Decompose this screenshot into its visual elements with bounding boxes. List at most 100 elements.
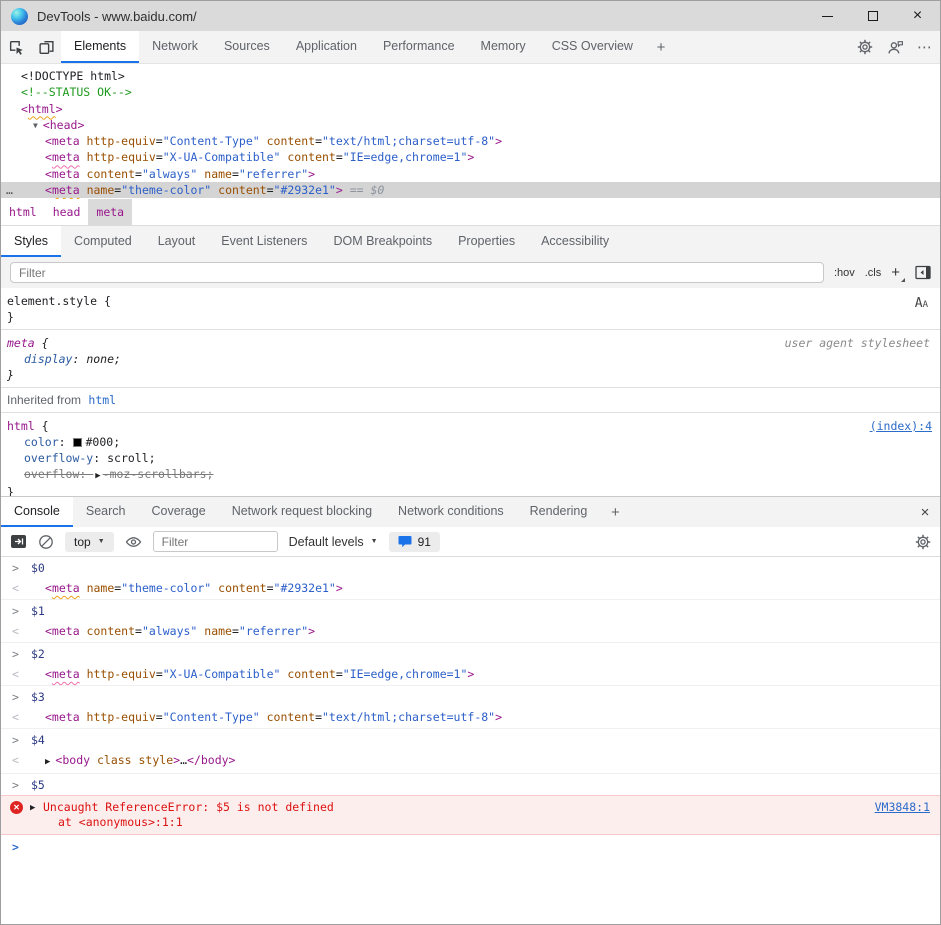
font-size-adjust-icon[interactable]: AA bbox=[915, 297, 928, 310]
console-result-row[interactable]: <<meta content="always" name="referrer"> bbox=[1, 621, 940, 643]
console-input-row[interactable]: >$1 bbox=[1, 600, 940, 621]
device-toolbar-button[interactable] bbox=[31, 31, 61, 63]
dom-tree-node[interactable]: <!--STATUS OK--> bbox=[1, 84, 940, 100]
code-token-attr: content bbox=[280, 150, 335, 164]
console-result-row[interactable]: <▶<body class style>…</body> bbox=[1, 750, 940, 774]
maximize-button[interactable] bbox=[850, 1, 895, 31]
main-tab-css-overview[interactable]: CSS Overview bbox=[539, 31, 646, 63]
console-filter-input[interactable] bbox=[153, 531, 278, 552]
dom-tree-node[interactable]: ▼<head> bbox=[1, 117, 940, 133]
code-token-plain: = bbox=[156, 710, 163, 724]
minimize-button[interactable] bbox=[805, 1, 850, 31]
color-swatch[interactable] bbox=[73, 438, 82, 447]
execution-context-selector[interactable]: top ▼ bbox=[65, 532, 114, 552]
main-tab-performance[interactable]: Performance bbox=[370, 31, 468, 63]
styles-tab-styles[interactable]: Styles bbox=[1, 226, 61, 257]
code-token-plain: … bbox=[180, 753, 187, 767]
stylesheet-source-link[interactable]: (index):4 bbox=[870, 418, 932, 434]
issues-counter[interactable]: 91 bbox=[389, 532, 440, 552]
console-prompt[interactable]: > bbox=[1, 835, 940, 842]
add-panel-button[interactable]: + bbox=[646, 31, 676, 63]
css-property-value: scroll bbox=[107, 451, 149, 465]
console-tab-search[interactable]: Search bbox=[73, 497, 139, 527]
clear-console-button[interactable] bbox=[38, 534, 54, 550]
output-chevron-icon: < bbox=[12, 753, 19, 768]
html-rule[interactable]: html { color: #000;overflow-y: scroll;ov… bbox=[1, 413, 940, 496]
console-input-row[interactable]: >$4 bbox=[1, 729, 940, 750]
styles-tab-event-listeners[interactable]: Event Listeners bbox=[208, 226, 320, 257]
console-result-row[interactable]: <<meta name="theme-color" content="#2932… bbox=[1, 578, 940, 600]
console-error-row[interactable]: ✕▶Uncaught ReferenceError: $5 is not def… bbox=[1, 795, 940, 835]
add-drawer-tab-button[interactable]: + bbox=[600, 497, 630, 527]
code-token-plain: = bbox=[135, 624, 142, 638]
styles-tab-layout[interactable]: Layout bbox=[145, 226, 209, 257]
css-property[interactable]: overflow-y: scroll; bbox=[7, 450, 934, 466]
console-tab-rendering[interactable]: Rendering bbox=[517, 497, 601, 527]
close-icon: × bbox=[921, 504, 930, 521]
console-tab-console[interactable]: Console bbox=[1, 497, 73, 527]
console-tab-network-conditions[interactable]: Network conditions bbox=[385, 497, 517, 527]
css-property[interactable]: display: none; bbox=[7, 351, 934, 367]
styles-tab-properties[interactable]: Properties bbox=[445, 226, 528, 257]
main-tab-memory[interactable]: Memory bbox=[468, 31, 539, 63]
close-brace: } bbox=[7, 484, 934, 496]
main-tab-network[interactable]: Network bbox=[139, 31, 211, 63]
maximize-icon bbox=[868, 11, 878, 21]
code-token-tag: <meta bbox=[45, 167, 80, 181]
console-input-row[interactable]: >$3 bbox=[1, 686, 940, 707]
styles-tab-computed[interactable]: Computed bbox=[61, 226, 145, 257]
more-options-button[interactable]: ⋯ bbox=[910, 31, 940, 63]
console-tab-network-request-blocking[interactable]: Network request blocking bbox=[219, 497, 385, 527]
console-sidebar-button[interactable] bbox=[10, 534, 27, 549]
close-button[interactable]: × bbox=[895, 1, 940, 31]
inspect-element-button[interactable] bbox=[1, 31, 31, 63]
dom-tree-node[interactable]: <!DOCTYPE html> bbox=[1, 68, 940, 84]
styles-tab-dom-breakpoints[interactable]: DOM Breakpoints bbox=[320, 226, 445, 257]
close-brace: } bbox=[7, 367, 934, 383]
toggle-sidebar-button[interactable] bbox=[915, 265, 931, 280]
breadcrumb-item-html[interactable]: html bbox=[1, 199, 45, 225]
user-agent-rule[interactable]: meta { display: none; } user agent style… bbox=[1, 330, 940, 388]
console-input-row[interactable]: >$2 bbox=[1, 643, 940, 664]
element-style-rule[interactable]: element.style { } AA bbox=[1, 288, 940, 330]
expand-arrow-icon[interactable]: ▶ bbox=[30, 801, 35, 816]
breadcrumb-item-meta[interactable]: meta bbox=[88, 199, 132, 225]
inherited-element-link[interactable]: html bbox=[88, 393, 116, 407]
console-result-row[interactable]: <<meta http-equiv="X-UA-Compatible" cont… bbox=[1, 664, 940, 686]
css-property[interactable]: color: #000; bbox=[7, 434, 934, 450]
breadcrumb-item-head[interactable]: head bbox=[45, 199, 89, 225]
element-classes-button[interactable]: .cls bbox=[865, 267, 882, 279]
console-input-row[interactable]: >$0 bbox=[1, 557, 940, 578]
new-style-rule-button[interactable]: + bbox=[891, 265, 905, 280]
settings-button[interactable] bbox=[850, 31, 880, 63]
log-levels-selector[interactable]: Default levels ▼ bbox=[289, 535, 378, 549]
expand-arrow-icon[interactable]: ▶ bbox=[45, 755, 50, 770]
expand-arrow-icon[interactable]: ▼ bbox=[33, 118, 38, 134]
code-token-attr: content bbox=[211, 183, 266, 197]
console-input-row[interactable]: >$5 bbox=[1, 774, 940, 795]
hidden-nodes-marker[interactable]: … bbox=[6, 182, 14, 198]
dom-tree-node[interactable]: <meta http-equiv="X-UA-Compatible" conte… bbox=[1, 149, 940, 165]
code-token-dim: == $0 bbox=[343, 183, 385, 197]
error-source-link[interactable]: VM3848:1 bbox=[875, 800, 930, 815]
dom-tree-node[interactable]: <meta http-equiv="Content-Type" content=… bbox=[1, 133, 940, 149]
console-tab-list: ConsoleSearchCoverageNetwork request blo… bbox=[1, 497, 600, 527]
dom-tree-node[interactable]: <meta content="always" name="referrer"> bbox=[1, 166, 940, 182]
styles-tab-accessibility[interactable]: Accessibility bbox=[528, 226, 622, 257]
live-expression-button[interactable] bbox=[125, 535, 142, 549]
css-property[interactable]: overflow: ▶-moz-scrollbars; bbox=[7, 466, 934, 484]
main-tab-elements[interactable]: Elements bbox=[61, 31, 139, 63]
feedback-button[interactable] bbox=[880, 31, 910, 63]
console-result-row[interactable]: <<meta http-equiv="Content-Type" content… bbox=[1, 707, 940, 729]
main-tab-sources[interactable]: Sources bbox=[211, 31, 283, 63]
code-token-val: "IE=edge,chrome=1" bbox=[343, 667, 468, 681]
console-settings-button[interactable] bbox=[915, 534, 931, 550]
dom-tree-node[interactable]: …<meta name="theme-color" content="#2932… bbox=[1, 182, 940, 198]
styles-filter-input[interactable] bbox=[10, 262, 824, 283]
toggle-pseudo-state-button[interactable]: :hov bbox=[834, 267, 855, 279]
code-token-attr: http-equiv bbox=[80, 667, 156, 681]
dom-tree-node[interactable]: <html> bbox=[1, 101, 940, 117]
main-tab-application[interactable]: Application bbox=[283, 31, 370, 63]
console-tab-coverage[interactable]: Coverage bbox=[138, 497, 218, 527]
close-drawer-button[interactable]: × bbox=[910, 497, 940, 527]
